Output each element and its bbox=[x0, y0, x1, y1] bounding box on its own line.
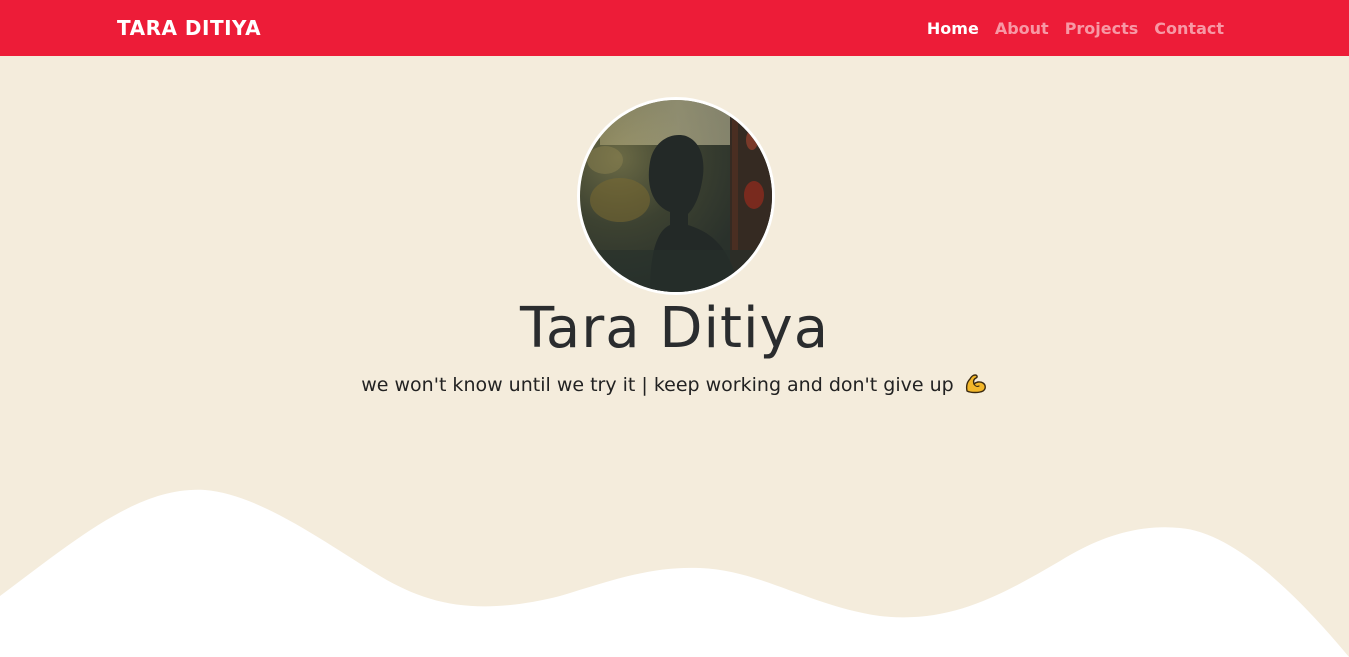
nav-link-projects[interactable]: Projects bbox=[1065, 19, 1139, 38]
profile-photo bbox=[580, 100, 772, 292]
tagline-text: we won't know until we try it | keep wor… bbox=[361, 374, 954, 396]
brand-logo-link[interactable]: TARA DITIYA bbox=[117, 16, 261, 40]
hero-tagline: we won't know until we try it | keep wor… bbox=[0, 373, 1349, 400]
nav-link-about[interactable]: About bbox=[995, 19, 1049, 38]
nav-links: Home About Projects Contact bbox=[927, 19, 1224, 38]
nav-link-home[interactable]: Home bbox=[927, 19, 979, 38]
flexed-biceps-icon bbox=[964, 373, 988, 400]
avatar bbox=[577, 97, 775, 295]
decorative-wave bbox=[0, 489, 1349, 657]
hero-name: Tara Ditiya bbox=[519, 296, 830, 361]
hero-section: Tara Ditiya we won't know until we try i… bbox=[0, 56, 1349, 657]
nav-link-contact[interactable]: Contact bbox=[1154, 19, 1224, 38]
navbar: TARA DITIYA Home About Projects Contact bbox=[0, 0, 1349, 56]
